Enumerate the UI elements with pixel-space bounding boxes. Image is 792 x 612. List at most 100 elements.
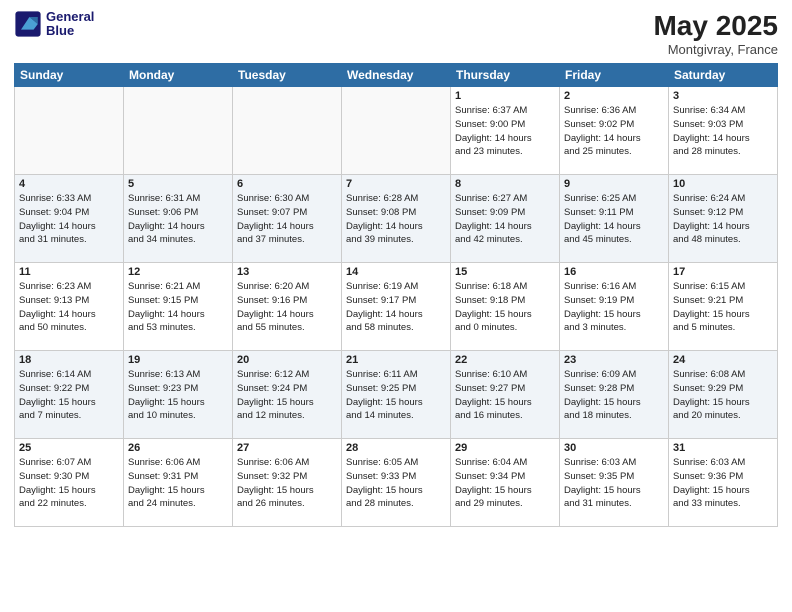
table-row: 24Sunrise: 6:08 AM Sunset: 9:29 PM Dayli… [669,351,778,439]
table-row: 21 Sunrise: 6:11 AM Sunset: 9:25 PM Dayli… [342,351,451,439]
day-number: 11 [19,266,119,278]
table-row: 26 Sunrise: 6:06 AM Sunset: 9:31 PM Dayli… [124,439,233,527]
day-number: 1 [455,90,555,102]
day-info: Sunrise: 6:10 AM Sunset: 9:27 PM Dayligh… [455,368,555,423]
day-number: 14 [346,266,446,278]
day-info: Sunrise: 6:12 AM Sunset: 9:24 PM Dayligh… [237,368,337,423]
month-year: May 2025 [653,10,778,42]
col-friday: Friday [560,64,669,87]
title-block: May 2025 Montgivray, France [653,10,778,57]
table-row: 17 Sunrise: 6:15 AM Sunset: 9:21 PM Dayli… [669,263,778,351]
day-number: 3 [673,90,773,102]
calendar-week-row: 25 Sunrise: 6:07 AM Sunset: 9:30 PM Dayli… [15,439,778,527]
calendar-week-row: 1 Sunrise: 6:37 AM Sunset: 9:00 PM Daylig… [15,87,778,175]
location: Montgivray, France [653,42,778,57]
table-row: 12 Sunrise: 6:21 AM Sunset: 9:15 PM Dayli… [124,263,233,351]
day-info: Sunrise: 6:03 AM Sunset: 9:35 PM Dayligh… [564,456,664,511]
day-info: Sunrise: 6:14 AM Sunset: 9:22 PM Dayligh… [19,368,119,423]
day-info: Sunrise: 6:04 AM Sunset: 9:34 PM Dayligh… [455,456,555,511]
day-number: 10 [673,178,773,190]
day-number: 30 [564,442,664,454]
calendar-week-row: 18 Sunrise: 6:14 AM Sunset: 9:22 PM Dayli… [15,351,778,439]
table-row: 5 Sunrise: 6:31 AM Sunset: 9:06 PM Daylig… [124,175,233,263]
day-number: 22 [455,354,555,366]
day-number: 16 [564,266,664,278]
day-number: 31 [673,442,773,454]
day-info: Sunrise: 6:28 AM Sunset: 9:08 PM Dayligh… [346,192,446,247]
day-info: Sunrise: 6:21 AM Sunset: 9:15 PM Dayligh… [128,280,228,335]
calendar-week-row: 11 Sunrise: 6:23 AM Sunset: 9:13 PM Dayli… [15,263,778,351]
table-row [342,87,451,175]
day-info: Sunrise: 6:11 AM Sunset: 9:25 PM Dayligh… [346,368,446,423]
day-info: Sunrise: 6:23 AM Sunset: 9:13 PM Dayligh… [19,280,119,335]
col-monday: Monday [124,64,233,87]
table-row: 1 Sunrise: 6:37 AM Sunset: 9:00 PM Daylig… [451,87,560,175]
day-number: 20 [237,354,337,366]
day-number: 21 [346,354,446,366]
col-wednesday: Wednesday [342,64,451,87]
day-number: 18 [19,354,119,366]
table-row: 30 Sunrise: 6:03 AM Sunset: 9:35 PM Dayli… [560,439,669,527]
day-info: Sunrise: 6:18 AM Sunset: 9:18 PM Dayligh… [455,280,555,335]
day-number: 6 [237,178,337,190]
day-number: 13 [237,266,337,278]
day-number: 19 [128,354,228,366]
day-info: Sunrise: 6:07 AM Sunset: 9:30 PM Dayligh… [19,456,119,511]
day-number: 28 [346,442,446,454]
day-number: 29 [455,442,555,454]
col-sunday: Sunday [15,64,124,87]
day-number: 12 [128,266,228,278]
table-row: 27Sunrise: 6:06 AM Sunset: 9:32 PM Dayli… [233,439,342,527]
calendar-table: Sunday Monday Tuesday Wednesday Thursday… [14,63,778,527]
calendar-week-row: 4Sunrise: 6:33 AM Sunset: 9:04 PM Daylig… [15,175,778,263]
day-number: 15 [455,266,555,278]
page: General Blue May 2025 Montgivray, France… [0,0,792,612]
header: General Blue May 2025 Montgivray, France [14,10,778,57]
table-row: 19 Sunrise: 6:13 AM Sunset: 9:23 PM Dayli… [124,351,233,439]
table-row [124,87,233,175]
table-row: 13 Sunrise: 6:20 AM Sunset: 9:16 PM Dayli… [233,263,342,351]
day-number: 25 [19,442,119,454]
logo-text: General Blue [46,10,94,39]
day-info: Sunrise: 6:25 AM Sunset: 9:11 PM Dayligh… [564,192,664,247]
day-info: Sunrise: 6:37 AM Sunset: 9:00 PM Dayligh… [455,104,555,159]
day-number: 26 [128,442,228,454]
day-info: Sunrise: 6:27 AM Sunset: 9:09 PM Dayligh… [455,192,555,247]
day-number: 5 [128,178,228,190]
day-info: Sunrise: 6:15 AM Sunset: 9:21 PM Dayligh… [673,280,773,335]
logo-line2: Blue [46,24,94,38]
day-number: 4 [19,178,119,190]
logo-line1: General [46,10,94,24]
table-row: 15 Sunrise: 6:18 AM Sunset: 9:18 PM Dayli… [451,263,560,351]
table-row: 14Sunrise: 6:19 AM Sunset: 9:17 PM Dayli… [342,263,451,351]
table-row: 16Sunrise: 6:16 AM Sunset: 9:19 PM Dayli… [560,263,669,351]
table-row: 3Sunrise: 6:34 AM Sunset: 9:03 PM Daylig… [669,87,778,175]
day-info: Sunrise: 6:20 AM Sunset: 9:16 PM Dayligh… [237,280,337,335]
table-row [233,87,342,175]
day-info: Sunrise: 6:36 AM Sunset: 9:02 PM Dayligh… [564,104,664,159]
day-number: 27 [237,442,337,454]
table-row: 10Sunrise: 6:24 AM Sunset: 9:12 PM Dayli… [669,175,778,263]
day-info: Sunrise: 6:30 AM Sunset: 9:07 PM Dayligh… [237,192,337,247]
day-info: Sunrise: 6:05 AM Sunset: 9:33 PM Dayligh… [346,456,446,511]
table-row: 20 Sunrise: 6:12 AM Sunset: 9:24 PM Dayli… [233,351,342,439]
day-number: 17 [673,266,773,278]
table-row: 4Sunrise: 6:33 AM Sunset: 9:04 PM Daylig… [15,175,124,263]
day-number: 9 [564,178,664,190]
day-info: Sunrise: 6:13 AM Sunset: 9:23 PM Dayligh… [128,368,228,423]
table-row: 8Sunrise: 6:27 AM Sunset: 9:09 PM Daylig… [451,175,560,263]
logo: General Blue [14,10,94,39]
table-row: 2Sunrise: 6:36 AM Sunset: 9:02 PM Daylig… [560,87,669,175]
day-info: Sunrise: 6:03 AM Sunset: 9:36 PM Dayligh… [673,456,773,511]
table-row: 6 Sunrise: 6:30 AM Sunset: 9:07 PM Daylig… [233,175,342,263]
col-thursday: Thursday [451,64,560,87]
table-row: 9 Sunrise: 6:25 AM Sunset: 9:11 PM Daylig… [560,175,669,263]
day-info: Sunrise: 6:06 AM Sunset: 9:31 PM Dayligh… [128,456,228,511]
col-tuesday: Tuesday [233,64,342,87]
col-saturday: Saturday [669,64,778,87]
table-row [15,87,124,175]
day-info: Sunrise: 6:31 AM Sunset: 9:06 PM Dayligh… [128,192,228,247]
day-number: 24 [673,354,773,366]
table-row: 29 Sunrise: 6:04 AM Sunset: 9:34 PM Dayli… [451,439,560,527]
table-row: 22 Sunrise: 6:10 AM Sunset: 9:27 PM Dayli… [451,351,560,439]
